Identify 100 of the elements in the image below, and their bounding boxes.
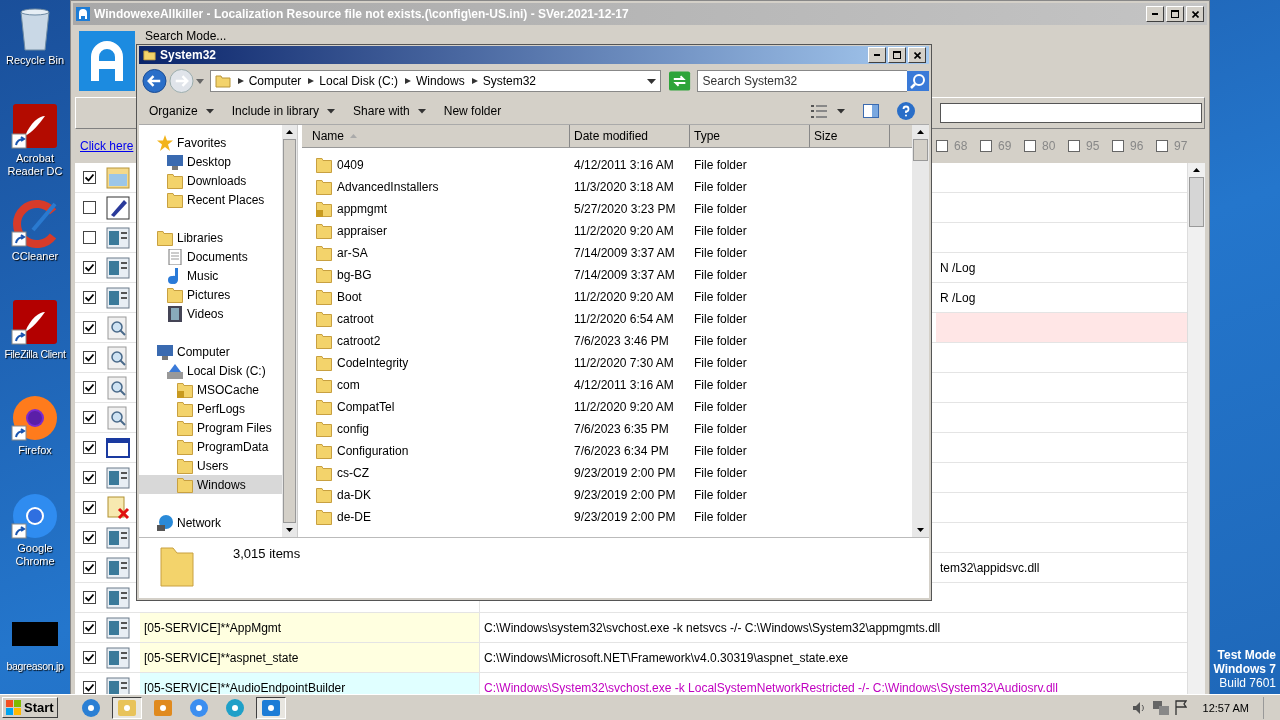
scrollbar[interactable] xyxy=(912,125,929,537)
scrollbar-thumb[interactable] xyxy=(283,139,296,523)
column-header[interactable]: Name xyxy=(302,125,570,147)
file-name[interactable]: CodeIntegrity xyxy=(337,356,409,370)
preview-pane-icon[interactable] xyxy=(863,104,879,118)
close-button[interactable] xyxy=(908,47,926,63)
caret-icon[interactable] xyxy=(647,78,657,84)
nav-item[interactable]: Computer xyxy=(139,342,282,361)
nav-item[interactable]: Local Disk (C:) xyxy=(139,361,282,380)
file-name[interactable]: CompatTel xyxy=(337,400,395,414)
desktop-icon-label[interactable]: Recycle Bin xyxy=(5,54,65,67)
file-name[interactable]: com xyxy=(337,378,360,392)
desktop-icon-label[interactable]: bagreason.jp xyxy=(6,660,64,673)
scrollbar[interactable] xyxy=(1187,163,1205,695)
file-name[interactable]: bg-BG xyxy=(337,268,372,282)
nav-item[interactable]: Network xyxy=(139,513,282,532)
nav-item[interactable]: MSOCache xyxy=(139,380,282,399)
file-name[interactable]: da-DK xyxy=(337,488,371,502)
document-app-icon[interactable] xyxy=(11,102,59,150)
browser-icon[interactable] xyxy=(11,492,59,540)
checkbox[interactable] xyxy=(83,381,96,394)
breadcrumb-item[interactable]: Computer xyxy=(248,74,302,88)
separator-icon[interactable] xyxy=(308,78,315,84)
file-name[interactable]: de-DE xyxy=(337,510,371,524)
nav-item[interactable]: Libraries xyxy=(139,228,282,247)
checkbox[interactable] xyxy=(83,621,96,634)
minimize-button[interactable] xyxy=(1146,6,1164,22)
minimize-button[interactable] xyxy=(868,47,886,63)
file-name[interactable]: config xyxy=(337,422,370,436)
menu-item[interactable]: Search Mode... xyxy=(145,29,227,43)
up-arrow-icon[interactable] xyxy=(917,130,924,134)
toolbar-button[interactable]: Include in library xyxy=(231,104,336,118)
checkbox[interactable] xyxy=(83,411,96,424)
nav-item[interactable]: Recent Places xyxy=(139,190,282,209)
breadcrumb-item[interactable]: System32 xyxy=(482,74,537,88)
file-name[interactable]: catroot xyxy=(337,312,374,326)
checkbox[interactable] xyxy=(83,651,96,664)
speaker-icon[interactable] xyxy=(1132,700,1147,715)
checkbox[interactable] xyxy=(83,441,96,454)
checkbox[interactable] xyxy=(83,531,96,544)
help-icon[interactable] xyxy=(897,102,915,120)
file-name[interactable]: Boot xyxy=(337,290,362,304)
scrollbar-thumb[interactable] xyxy=(913,139,928,161)
checkbox[interactable] xyxy=(83,681,96,694)
file-name[interactable]: appraiser xyxy=(337,224,388,238)
nav-item[interactable]: Videos xyxy=(139,304,282,323)
checkbox[interactable] xyxy=(83,471,96,484)
column-header[interactable]: Type xyxy=(690,125,810,147)
checkbox[interactable] xyxy=(83,171,96,184)
start-button[interactable]: Start xyxy=(2,697,58,718)
taskbar-app-button[interactable] xyxy=(111,696,142,719)
taskbar-app-button[interactable] xyxy=(255,696,286,719)
refresh-icon[interactable] xyxy=(669,71,691,91)
view-list-icon[interactable] xyxy=(811,104,827,118)
separator-icon[interactable] xyxy=(471,78,478,84)
down-arrow-icon[interactable] xyxy=(917,528,924,532)
clock[interactable]: 12:57 AM xyxy=(1202,701,1249,714)
address-bar[interactable]: Computer Local Disk (C:) Windows System32 xyxy=(209,70,662,92)
checkbox[interactable] xyxy=(83,321,96,334)
scrollbar[interactable] xyxy=(282,125,297,537)
scrollbar-thumb[interactable] xyxy=(1189,177,1204,227)
app-icon[interactable] xyxy=(11,298,59,346)
breadcrumb-item[interactable]: Local Disk (C:) xyxy=(319,74,398,88)
desktop-icon-label[interactable]: Google Chrome xyxy=(0,542,70,568)
file-name[interactable]: Configuration xyxy=(337,444,409,458)
file-name[interactable]: AdvancedInstallers xyxy=(337,180,439,194)
checkbox[interactable] xyxy=(83,591,96,604)
desktop-icon-label[interactable]: FileZilla Client xyxy=(4,348,66,361)
desktop-icon-label[interactable]: Firefox xyxy=(18,444,52,457)
caret-icon[interactable] xyxy=(837,108,845,114)
desktop-icon-label[interactable]: Acrobat Reader DC xyxy=(0,152,70,178)
toolbar-button[interactable]: Organize xyxy=(149,104,214,118)
nav-item[interactable]: Downloads xyxy=(139,171,282,190)
input-field[interactable] xyxy=(940,103,1202,123)
nav-item[interactable]: Desktop xyxy=(139,152,282,171)
up-arrow-icon[interactable] xyxy=(286,130,293,134)
checkbox[interactable] xyxy=(83,561,96,574)
nav-item[interactable]: PerfLogs xyxy=(139,399,282,418)
nav-item[interactable]: Music xyxy=(139,266,282,285)
browser-icon[interactable] xyxy=(11,394,59,442)
back-button[interactable] xyxy=(142,68,167,94)
nav-item[interactable]: Windows xyxy=(139,475,282,494)
nav-item[interactable]: Program Files xyxy=(139,418,282,437)
flag-icon[interactable] xyxy=(1174,700,1187,715)
link[interactable]: Click here xyxy=(80,139,134,153)
checkbox[interactable] xyxy=(83,351,96,364)
checkbox[interactable] xyxy=(83,261,96,274)
broom-icon[interactable] xyxy=(11,200,59,248)
nav-item[interactable]: ProgramData xyxy=(139,437,282,456)
file-name[interactable]: 0409 xyxy=(337,158,364,172)
breadcrumb-item[interactable]: Windows xyxy=(416,74,465,88)
search-field[interactable]: Search System32 xyxy=(696,70,907,92)
column-header[interactable]: Date modified xyxy=(570,125,690,147)
network-icon[interactable] xyxy=(1152,700,1169,715)
file-name[interactable]: appmgmt xyxy=(337,202,388,216)
down-arrow-icon[interactable] xyxy=(286,528,293,532)
close-button[interactable] xyxy=(1186,6,1204,22)
maximize-button[interactable] xyxy=(888,47,906,63)
checkbox[interactable] xyxy=(83,291,96,304)
desktop-icon-label[interactable]: CCleaner xyxy=(11,250,59,263)
